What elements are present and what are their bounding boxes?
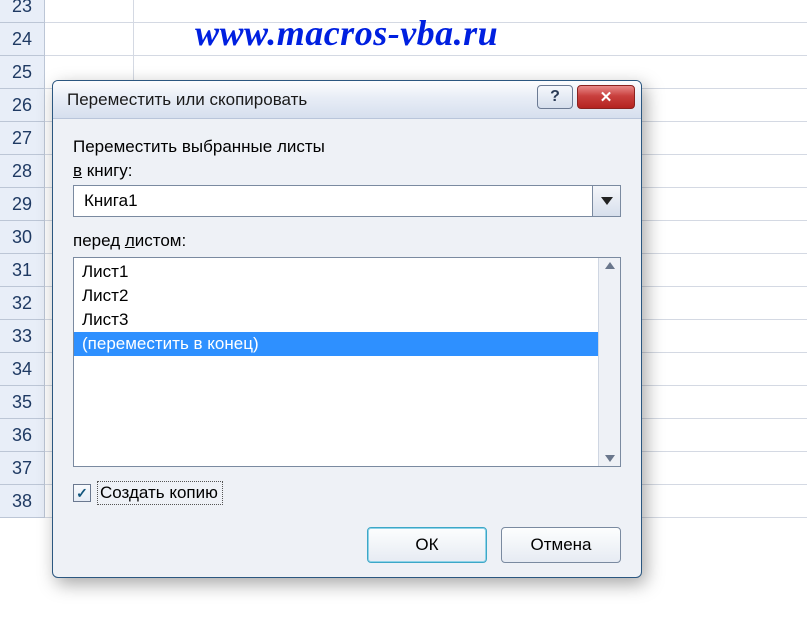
row-header[interactable]: 29 xyxy=(0,188,45,221)
chevron-down-icon xyxy=(601,197,613,205)
list-item[interactable]: Лист2 xyxy=(74,284,598,308)
close-button[interactable]: ✕ xyxy=(577,85,635,109)
checkmark-icon: ✓ xyxy=(76,485,88,502)
close-icon: ✕ xyxy=(600,88,613,106)
to-book-label: в в книгу:книгу: xyxy=(73,161,621,181)
move-selected-label: Переместить выбранные листы xyxy=(73,137,621,157)
row-header[interactable]: 27 xyxy=(0,122,45,155)
book-combobox-button[interactable] xyxy=(592,186,620,216)
book-combobox[interactable]: Книга1 xyxy=(73,185,621,217)
row-header[interactable]: 32 xyxy=(0,287,45,320)
list-item[interactable]: (переместить в конец) xyxy=(74,332,598,356)
sheet-listbox[interactable]: Лист1Лист2Лист3(переместить в конец) xyxy=(73,257,621,467)
list-item[interactable]: Лист1 xyxy=(74,260,598,284)
row-header[interactable]: 35 xyxy=(0,386,45,419)
create-copy-label[interactable]: Создать копиюСоздать копию xyxy=(97,481,223,505)
row-header[interactable]: 34 xyxy=(0,353,45,386)
before-sheet-label: перед листом:перед листом: xyxy=(73,231,621,251)
create-copy-checkbox[interactable]: ✓ xyxy=(73,484,91,502)
help-button[interactable]: ? xyxy=(537,85,573,109)
row-header[interactable]: 25 xyxy=(0,56,45,89)
scroll-down-icon[interactable] xyxy=(605,455,615,462)
row-header[interactable]: 23 xyxy=(0,0,45,23)
row-header[interactable]: 28 xyxy=(0,155,45,188)
row-header[interactable]: 38 xyxy=(0,485,45,518)
listbox-scrollbar[interactable] xyxy=(598,258,620,466)
list-item[interactable]: Лист3 xyxy=(74,308,598,332)
row-header[interactable]: 30 xyxy=(0,221,45,254)
scroll-up-icon[interactable] xyxy=(605,262,615,269)
help-icon: ? xyxy=(550,88,560,106)
cancel-button[interactable]: Отмена xyxy=(501,527,621,563)
dialog-titlebar[interactable]: Переместить или скопировать ? ✕ xyxy=(53,81,641,119)
ok-button[interactable]: ОК xyxy=(367,527,487,563)
move-copy-dialog: Переместить или скопировать ? ✕ Перемест… xyxy=(52,80,642,578)
dialog-title: Переместить или скопировать xyxy=(67,90,307,110)
row-header[interactable]: 36 xyxy=(0,419,45,452)
row-header[interactable]: 37 xyxy=(0,452,45,485)
book-combobox-value: Книга1 xyxy=(74,186,592,216)
watermark-url: www.macros-vba.ru xyxy=(195,12,498,54)
row-header[interactable]: 26 xyxy=(0,89,45,122)
row-header[interactable]: 24 xyxy=(0,23,45,56)
row-header[interactable]: 31 xyxy=(0,254,45,287)
row-header[interactable]: 33 xyxy=(0,320,45,353)
